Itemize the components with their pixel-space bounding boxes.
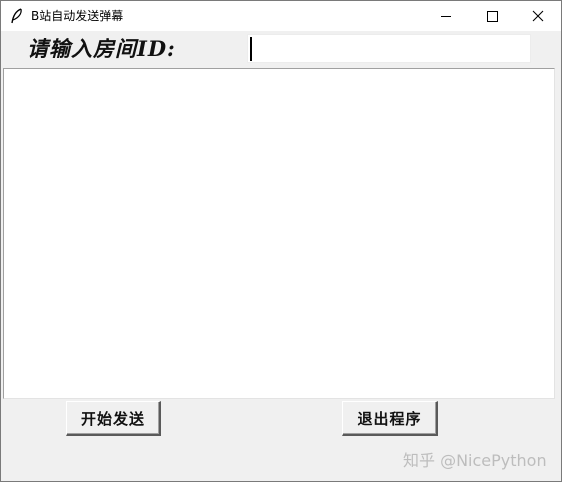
log-text-area[interactable]	[3, 68, 555, 399]
minimize-icon	[441, 16, 451, 17]
watermark-text: 知乎 @NicePython	[403, 451, 547, 470]
room-id-label: 请输入房间ID:	[27, 36, 176, 61]
room-id-input[interactable]	[247, 34, 531, 63]
text-caret	[250, 37, 252, 61]
window-title: B站自动发送弹幕	[31, 9, 124, 23]
title-bar[interactable]: B站自动发送弹幕	[1, 1, 561, 31]
feather-icon	[11, 8, 23, 24]
maximize-icon	[487, 11, 498, 22]
start-send-button[interactable]: 开始发送	[66, 401, 161, 436]
minimize-button[interactable]	[423, 1, 469, 31]
maximize-button[interactable]	[469, 1, 515, 31]
app-window: B站自动发送弹幕 请输入房间ID: 开始发送 退出程序 知乎 @NicePyth…	[0, 0, 562, 482]
close-button[interactable]	[515, 1, 561, 31]
close-icon	[532, 10, 544, 22]
exit-program-button[interactable]: 退出程序	[342, 401, 438, 436]
